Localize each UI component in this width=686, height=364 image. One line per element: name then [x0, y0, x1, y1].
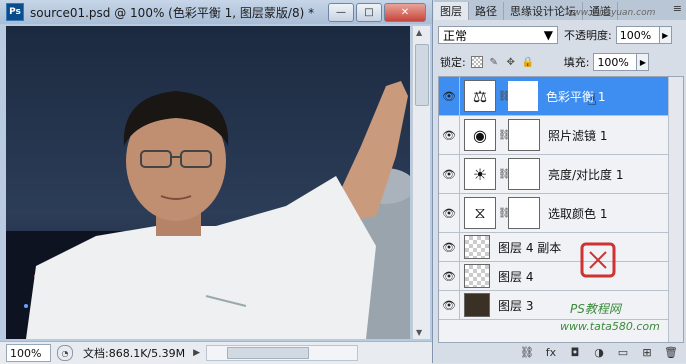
image-canvas[interactable] [6, 26, 410, 339]
lock-move-icon[interactable]: ✥ [505, 56, 517, 68]
blend-mode-select[interactable]: 正常 ▼ [438, 26, 558, 44]
hand-cursor-icon: ☝ [587, 90, 597, 109]
layer-name: 图层 3 [498, 298, 534, 313]
photo-thumbnail [464, 293, 490, 317]
document-info: 文档:868.1K/5.39M [83, 347, 186, 360]
layers-scrollbar[interactable] [668, 77, 683, 342]
maximize-icon[interactable]: □ [356, 3, 382, 22]
visibility-eye-icon[interactable]: 👁 [439, 77, 460, 115]
layers-panel: 图层 路径 思缘设计论坛 通道 ≡ 正常 ▼ 不透明度: 100% ▶ 锁定: … [434, 0, 686, 363]
site-watermark-url: www.tata580.com [560, 320, 660, 333]
panel-menu-icon[interactable]: ≡ [673, 2, 682, 15]
photoshop-logo-icon: Ps [6, 3, 24, 21]
layers-list: 👁 ⚖ ⛓ 色彩平衡 1 👁 ◉ ⛓ 照片滤镜 1 👁 ☀ ⛓ 亮度/对比度 1… [438, 76, 684, 343]
layer-name: 亮度/对比度 1 [548, 167, 624, 182]
lock-label: 锁定: [440, 56, 466, 69]
layer-row[interactable]: 👁 ☀ ⛓ 亮度/对比度 1 [439, 155, 683, 194]
minimize-icon[interactable]: — [328, 3, 354, 22]
brightness-icon: ☀ [464, 158, 496, 190]
document-title: source01.psd @ 100% (色彩平衡 1, 图层蒙版/8) * [30, 5, 315, 20]
tab-layers[interactable]: 图层 [434, 2, 469, 20]
photo-filter-icon: ◉ [464, 119, 496, 151]
fill-label: 填充: [563, 56, 590, 69]
status-bar: 100% ◔ 文档:868.1K/5.39M ▶ [0, 341, 432, 364]
visibility-eye-icon[interactable]: 👁 [439, 291, 460, 319]
layer-name: 图层 4 [498, 269, 534, 284]
layer-name: 选取颜色 1 [548, 206, 608, 221]
panel-bottom-toolbar: ⛓ fx ◘ ◑ ▭ ⊞ 🗑 [434, 341, 686, 363]
scroll-thumb[interactable] [415, 44, 429, 106]
zoom-field[interactable]: 100% [6, 344, 51, 362]
fill-arrow-icon[interactable]: ▶ [637, 53, 650, 71]
document-horizontal-scrollbar[interactable] [206, 345, 359, 361]
folder-icon[interactable]: ▭ [616, 345, 630, 359]
opacity-arrow-icon[interactable]: ▶ [659, 26, 672, 44]
layer-mask-thumbnail[interactable] [508, 197, 540, 229]
status-menu-arrow-icon[interactable]: ▶ [193, 348, 200, 358]
trash-icon[interactable]: 🗑 [664, 345, 678, 359]
layer-mask-thumbnail[interactable] [508, 81, 538, 111]
lock-all-icon[interactable]: 🔒 [522, 56, 534, 68]
site-watermark-cn: PS教程网 [570, 302, 621, 316]
fx-icon[interactable]: fx [544, 345, 558, 359]
adjustment-icon[interactable]: ◑ [592, 345, 606, 359]
layer-mask-thumbnail[interactable] [508, 158, 540, 190]
layer-mask-thumbnail[interactable] [508, 119, 540, 151]
document-vertical-scrollbar[interactable]: ▲ ▼ [412, 26, 430, 339]
chain-link-icon[interactable]: ⛓ [498, 91, 511, 102]
forum-watermark: www.missyuan.com [566, 8, 656, 18]
lock-transparent-icon[interactable] [470, 56, 483, 68]
layer-row[interactable]: 👁 ◉ ⛓ 照片滤镜 1 [439, 116, 683, 155]
hscroll-thumb[interactable] [227, 347, 310, 359]
visibility-eye-icon[interactable]: 👁 [439, 116, 460, 154]
transparent-thumbnail [464, 235, 490, 259]
layer-row[interactable]: 👁 图层 4 [439, 262, 683, 291]
scroll-up-icon[interactable]: ▲ [416, 28, 422, 37]
visibility-eye-icon[interactable]: 👁 [439, 194, 460, 232]
opacity-label: 不透明度: [564, 29, 612, 42]
document-window: Ps source01.psd @ 100% (色彩平衡 1, 图层蒙版/8) … [0, 0, 433, 364]
chain-link-icon[interactable]: ⛓ [498, 169, 511, 180]
visibility-eye-icon[interactable]: 👁 [439, 233, 460, 261]
tab-paths[interactable]: 路径 [469, 2, 504, 20]
selective-color-icon: ⧖ [464, 197, 496, 229]
balance-icon: ⚖ [464, 80, 496, 112]
blend-mode-value: 正常 [443, 28, 468, 43]
mask-icon[interactable]: ◘ [568, 345, 582, 359]
status-info-icon[interactable]: ◔ [57, 345, 73, 361]
opacity-field[interactable]: 100% [615, 26, 660, 44]
scroll-down-icon[interactable]: ▼ [416, 328, 422, 337]
transparent-thumbnail [464, 264, 490, 288]
layer-name: 图层 4 副本 [498, 240, 562, 255]
fill-field[interactable]: 100% [593, 53, 638, 71]
chevron-down-icon: ▼ [543, 28, 553, 42]
layer-name: 照片滤镜 1 [548, 128, 608, 143]
chain-link-icon[interactable]: ⛓ [498, 130, 511, 141]
visibility-eye-icon[interactable]: 👁 [439, 155, 460, 193]
new-layer-icon[interactable]: ⊞ [640, 345, 654, 359]
layer-row[interactable]: 👁 ⧖ ⛓ 选取颜色 1 [439, 194, 683, 233]
layer-row[interactable]: 👁 图层 3 [439, 291, 683, 320]
visibility-eye-icon[interactable]: 👁 [439, 262, 460, 290]
link-icon[interactable]: ⛓ [520, 345, 534, 359]
layer-row[interactable]: 👁 图层 4 副本 [439, 233, 683, 262]
close-icon[interactable]: ✕ [384, 3, 426, 22]
seal-stamp-icon [580, 242, 616, 278]
document-titlebar[interactable]: Ps source01.psd @ 100% (色彩平衡 1, 图层蒙版/8) … [0, 0, 432, 24]
chain-link-icon[interactable]: ⛓ [498, 208, 511, 219]
photo-image [6, 26, 410, 339]
lock-brush-icon[interactable]: ✎ [488, 56, 500, 68]
layer-row[interactable]: 👁 ⚖ ⛓ 色彩平衡 1 [439, 77, 683, 116]
